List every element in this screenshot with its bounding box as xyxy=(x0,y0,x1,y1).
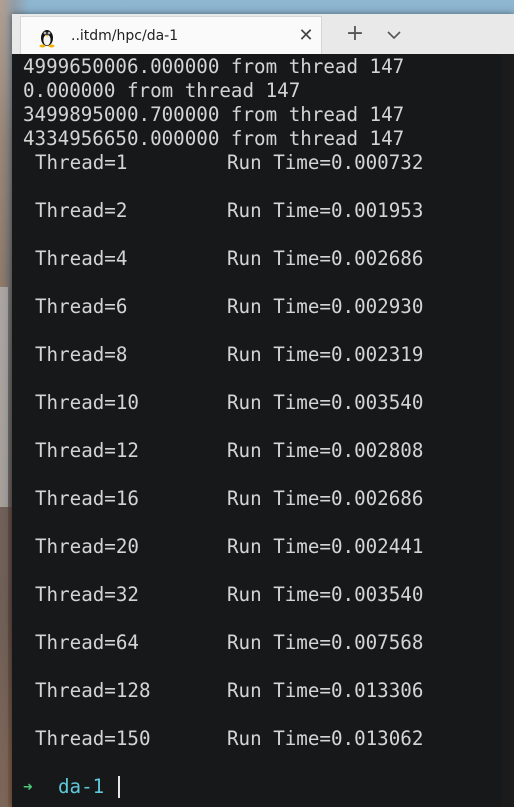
run-time-value: Run Time=0.007568 xyxy=(227,631,424,654)
linux-tux-icon xyxy=(39,30,55,48)
output-line: 0.000000 from thread 147 xyxy=(23,79,301,102)
tab-bar: ..itdm/hpc/da-1 ✕ + xyxy=(12,14,514,54)
text-cursor xyxy=(118,776,120,798)
run-time-value: Run Time=0.002441 xyxy=(227,535,424,558)
thread-count-label: Thread=12 xyxy=(35,439,139,462)
run-time-value: Run Time=0.002808 xyxy=(227,439,424,462)
thread-count-label: Thread=128 xyxy=(35,679,151,702)
thread-count-label: Thread=1 xyxy=(35,151,128,174)
run-time-value: Run Time=0.002930 xyxy=(227,295,424,318)
thread-count-label: Thread=150 xyxy=(35,727,151,750)
thread-count-label: Thread=20 xyxy=(35,535,139,558)
run-time-value: Run Time=0.013306 xyxy=(227,679,424,702)
scrollbar[interactable] xyxy=(502,54,514,807)
thread-count-label: Thread=6 xyxy=(35,295,128,318)
chevron-down-icon[interactable] xyxy=(384,25,404,45)
thread-count-label: Thread=2 xyxy=(35,199,128,222)
output-line: 4334956650.000000 from thread 147 xyxy=(23,127,405,150)
plus-icon[interactable]: + xyxy=(342,22,368,48)
thread-count-label: Thread=16 xyxy=(35,487,139,510)
run-time-value: Run Time=0.002686 xyxy=(227,247,424,270)
run-time-value: Run Time=0.002686 xyxy=(227,487,424,510)
run-time-value: Run Time=0.003540 xyxy=(227,391,424,414)
terminal-window: ..itdm/hpc/da-1 ✕ + 4999650006.000000 fr… xyxy=(12,14,514,807)
thread-count-label: Thread=10 xyxy=(35,391,139,414)
output-line: 3499895000.700000 from thread 147 xyxy=(23,103,405,126)
thread-count-label: Thread=32 xyxy=(35,583,139,606)
run-time-value: Run Time=0.003540 xyxy=(227,583,424,606)
output-line: 4999650006.000000 from thread 147 xyxy=(23,55,405,78)
close-icon[interactable]: ✕ xyxy=(297,27,315,45)
thread-count-label: Thread=64 xyxy=(35,631,139,654)
prompt-directory: da-1 xyxy=(58,775,105,798)
tab-title: ..itdm/hpc/da-1 xyxy=(71,28,179,44)
run-time-value: Run Time=0.001953 xyxy=(227,199,424,222)
thread-count-label: Thread=4 xyxy=(35,247,128,270)
thread-count-label: Thread=8 xyxy=(35,343,128,366)
run-time-value: Run Time=0.000732 xyxy=(227,151,424,174)
run-time-value: Run Time=0.013062 xyxy=(227,727,424,750)
prompt-arrow-icon: ➜ xyxy=(23,777,33,796)
terminal-output[interactable]: 4999650006.000000 from thread 147 0.00000… xyxy=(12,54,514,807)
run-time-value: Run Time=0.002319 xyxy=(227,343,424,366)
tab-da-1[interactable]: ..itdm/hpc/da-1 ✕ xyxy=(20,16,322,54)
